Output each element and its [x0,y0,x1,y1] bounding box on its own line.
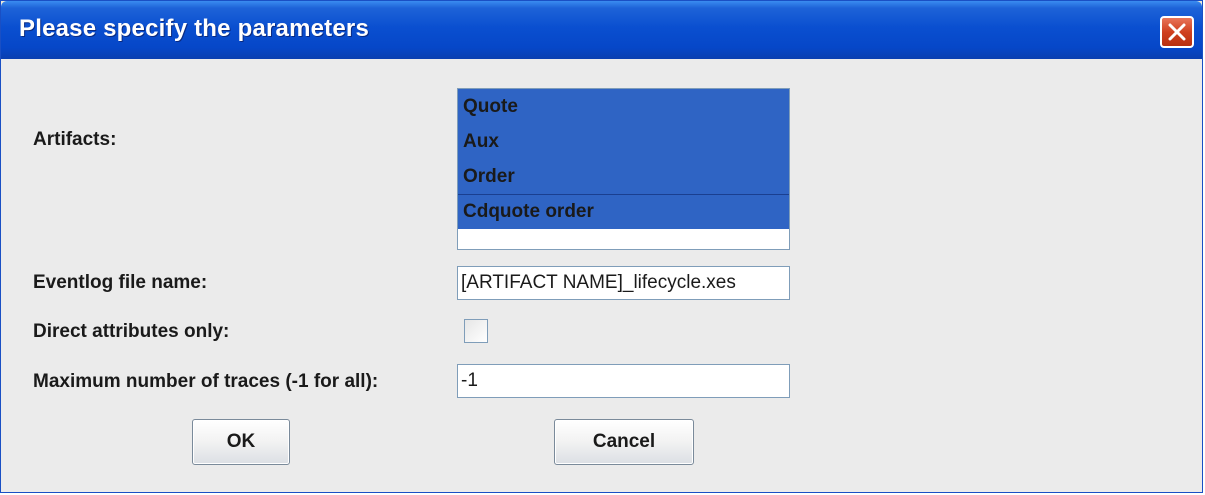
dialog-title: Please specify the parameters [19,15,369,42]
list-item[interactable]: Quote [458,89,789,124]
max-traces-label: Maximum number of traces (-1 for all): [33,371,379,392]
dialog-window: Please specify the parameters Artifacts:… [0,0,1203,493]
title-bar[interactable]: Please specify the parameters [1,1,1202,59]
cancel-button[interactable]: Cancel [554,419,694,465]
max-traces-field[interactable]: -1 [457,364,790,398]
list-item[interactable]: Order [458,159,789,194]
close-icon [1168,23,1186,41]
eventlog-filename-field[interactable]: [ARTIFACT NAME]_lifecycle.xes [457,266,790,300]
close-button[interactable] [1160,16,1194,48]
list-item[interactable]: Cdquote order [458,194,789,229]
list-item[interactable]: Aux [458,124,789,159]
artifacts-label: Artifacts: [33,129,117,150]
direct-attributes-checkbox[interactable] [464,319,488,343]
direct-attributes-label: Direct attributes only: [33,321,230,342]
dialog-body: Artifacts: Quote Aux Order Cdquote order… [1,59,1202,492]
artifacts-list[interactable]: Quote Aux Order Cdquote order [457,88,790,250]
eventlog-label: Eventlog file name: [33,272,208,293]
ok-button[interactable]: OK [192,419,290,465]
